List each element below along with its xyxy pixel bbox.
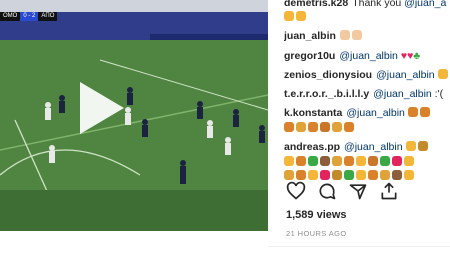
emoji-icon [308, 170, 318, 180]
emoji-icon [405, 141, 416, 151]
emoji-icon [356, 170, 366, 180]
emoji-icon [392, 156, 402, 166]
timestamp: 21 HOURS AGO [286, 229, 347, 238]
comment: k.konstanta @juan_albin [284, 107, 432, 120]
comment-mention[interactable]: @juan_albin [346, 107, 405, 119]
comment-username[interactable]: andreas.pp [284, 141, 340, 153]
comment-username[interactable]: t.e.r.r.o.r._.b.i.l.l.y [284, 88, 369, 100]
comment: juan_albin [284, 30, 364, 43]
football-pitch [0, 0, 268, 231]
emoji-icon [332, 156, 342, 166]
emoji-icon [284, 11, 294, 21]
emoji-icon [437, 69, 448, 79]
comment-mention[interactable]: @juan_a [404, 0, 446, 9]
emoji-icon [284, 156, 294, 166]
comment-mention[interactable]: @juan_albin [339, 50, 398, 62]
emoji-icon [339, 30, 350, 40]
emoji-icon [320, 156, 330, 166]
home-team: OMO [3, 13, 18, 19]
emoji-icon [320, 122, 330, 132]
emoji-icon [404, 170, 414, 180]
comment: demetris.k28 Thank you @juan_a [284, 0, 446, 10]
comment-username[interactable]: k.konstanta [284, 107, 342, 119]
comment: t.e.r.r.o.r._.b.i.l.l.y @juan_albin :'( [284, 88, 443, 101]
video-player[interactable]: OMO 0 - 2 ΑΠΟ [0, 0, 268, 231]
emoji-icon [344, 156, 354, 166]
emoji-row [284, 156, 416, 169]
emoji-icon [351, 30, 362, 40]
comment-username[interactable]: gregor10u [284, 50, 335, 62]
comment-mention[interactable]: @juan_albin [376, 69, 435, 81]
divider [268, 246, 450, 247]
comment-text: Thank you [352, 0, 405, 9]
view-count[interactable]: 1,589 views [286, 209, 347, 221]
emoji-icon [380, 156, 390, 166]
comment: andreas.pp @juan_albin [284, 141, 430, 154]
emoji-row [284, 122, 356, 135]
emoji-icon [344, 170, 354, 180]
scoreboard: OMO 0 - 2 ΑΠΟ [0, 12, 58, 21]
score: 0 - 2 [20, 12, 39, 21]
emoji-icon [296, 170, 306, 180]
emoji-icon [284, 170, 294, 180]
clover-emoji-icon: ♣ [413, 50, 421, 62]
comment: zenios_dionysiou @juan_albin [284, 69, 450, 82]
emoji-icon [404, 156, 414, 166]
emoji-icon [407, 107, 418, 117]
emoji-icon [296, 11, 306, 21]
emoji-icon [296, 156, 306, 166]
comment-text: :'( [431, 88, 444, 100]
heart-emoji-icon: ♥♥ [400, 50, 414, 62]
comment-username[interactable]: zenios_dionysiou [284, 69, 372, 81]
video-bottom-strip [0, 231, 268, 253]
comment-mention[interactable]: @juan_albin [373, 88, 432, 100]
emoji-icon [368, 156, 378, 166]
play-icon[interactable] [80, 82, 124, 134]
comment-mention[interactable]: @juan_albin [344, 141, 403, 153]
share-icon[interactable] [348, 181, 370, 203]
emoji-icon [332, 170, 342, 180]
comment-username[interactable]: demetris.k28 [284, 0, 348, 9]
emoji-icon [320, 170, 330, 180]
emoji-icon [368, 170, 378, 180]
emoji-icon [344, 122, 354, 132]
emoji-row [284, 11, 308, 24]
emoji-icon [380, 170, 390, 180]
emoji-icon [332, 122, 342, 132]
comment: gregor10u @juan_albin ♥♥♣ [284, 50, 420, 63]
upload-icon[interactable] [379, 181, 401, 203]
emoji-icon [284, 122, 294, 132]
emoji-icon [296, 122, 306, 132]
emoji-icon [417, 141, 428, 151]
emoji-icon [356, 156, 366, 166]
emoji-icon [308, 122, 318, 132]
comment-icon[interactable] [317, 181, 339, 203]
heart-icon[interactable] [286, 181, 308, 203]
emoji-icon [392, 170, 402, 180]
away-team: ΑΠΟ [41, 13, 55, 19]
emoji-icon [308, 156, 318, 166]
emoji-icon [419, 107, 430, 117]
comment-username[interactable]: juan_albin [284, 30, 336, 42]
action-bar [286, 181, 401, 203]
